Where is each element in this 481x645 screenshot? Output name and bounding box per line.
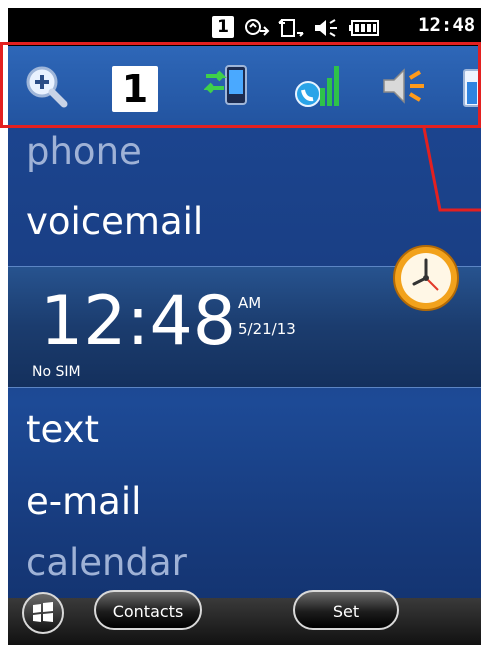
clock-date: 5/21/13: [238, 320, 296, 338]
clock-time: 12:48: [40, 282, 236, 361]
contacts-softkey[interactable]: Contacts: [94, 590, 202, 630]
start-button[interactable]: [22, 592, 64, 634]
toolbar-highlight-box: [0, 42, 481, 128]
roaming-icon: [245, 19, 270, 36]
menu-item-email[interactable]: e-mail: [26, 480, 141, 523]
menu-item-calendar[interactable]: calendar: [26, 541, 187, 584]
status-bar[interactable]: 1 12:48: [8, 8, 481, 46]
menu-item-phone[interactable]: phone: [26, 130, 142, 173]
speaker-icon: [315, 19, 337, 37]
data-sync-icon: [278, 19, 304, 37]
windows-flag-icon: [33, 602, 53, 622]
status-time: 12:48: [418, 14, 476, 36]
set-softkey[interactable]: Set: [293, 590, 399, 630]
battery-icon: [349, 20, 379, 36]
alarm-clock-icon[interactable]: [388, 240, 464, 316]
soft-key-bar: [8, 598, 481, 645]
menu-item-voicemail[interactable]: voicemail: [26, 200, 203, 243]
sim-status: No SIM: [32, 364, 81, 380]
sim-slot-badge: 1: [212, 16, 234, 38]
menu-item-text[interactable]: text: [26, 408, 99, 451]
clock-ampm: AM: [238, 294, 262, 312]
